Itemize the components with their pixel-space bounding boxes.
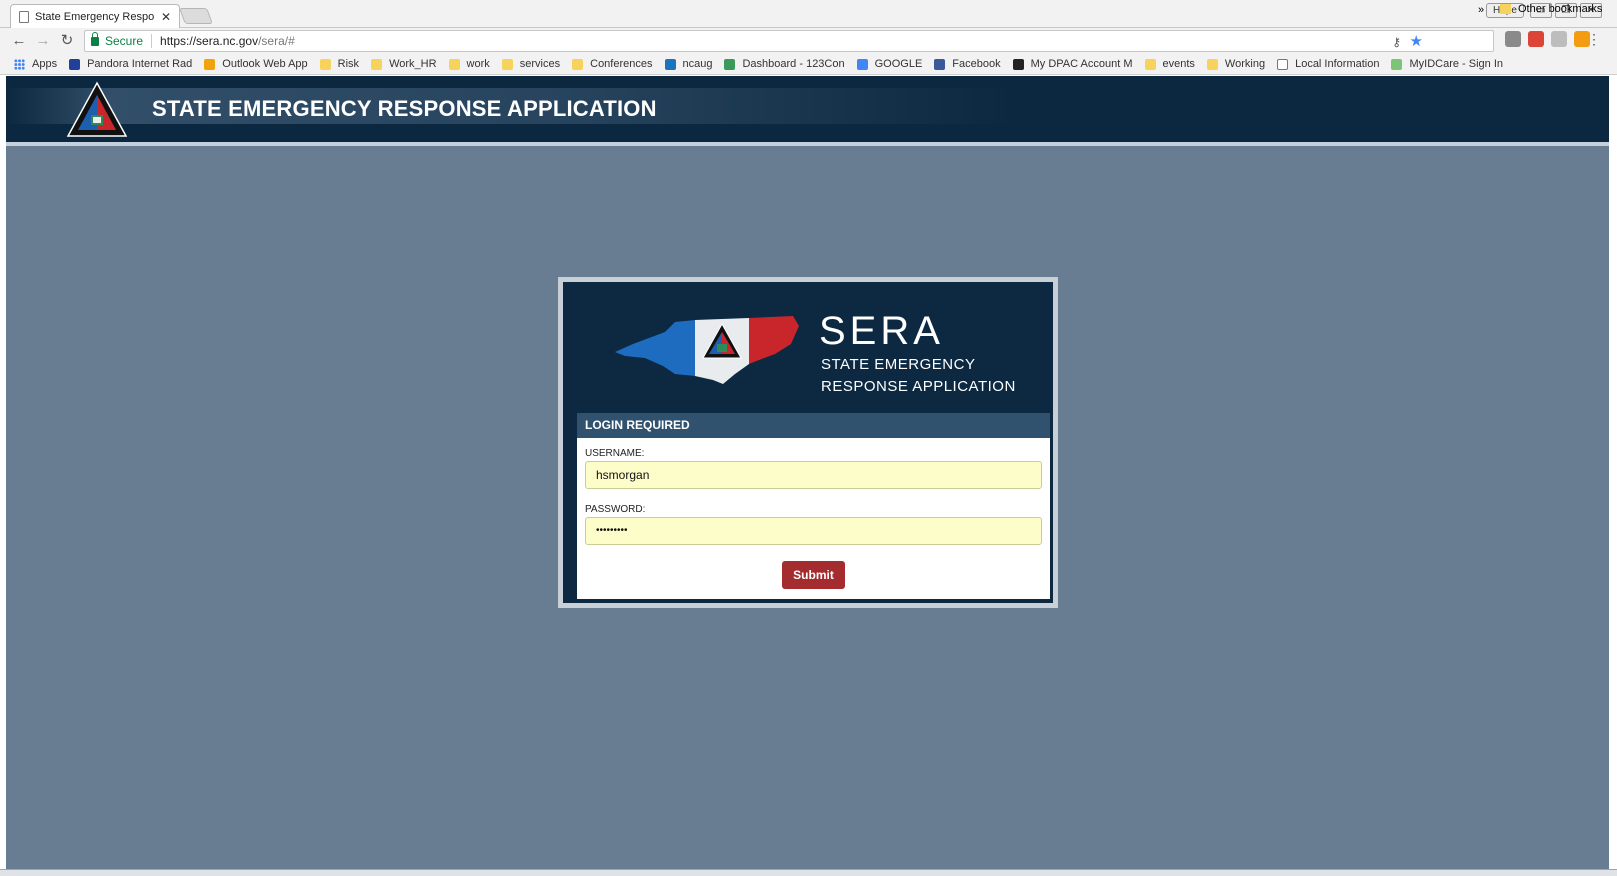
bookmark-item[interactable]: Apps — [14, 58, 57, 70]
new-tab-button[interactable] — [179, 8, 213, 24]
divider — [151, 34, 153, 48]
extension-icon[interactable] — [1505, 31, 1521, 47]
bookmark-label: Working — [1224, 58, 1266, 70]
bookmark-label: GOOGLE — [874, 58, 923, 70]
password-field[interactable]: ••••••••• — [585, 517, 1042, 545]
bookmark-item[interactable]: work — [448, 58, 490, 70]
secure-label: Secure — [105, 34, 144, 48]
bookmark-label: Facebook — [952, 58, 1001, 70]
taskbar-edge — [0, 869, 1617, 876]
browser-tabstrip: State Emergency Respon ✕ Hope ▭ ❐ ✕ — [0, 0, 1617, 29]
bookmark-item[interactable]: Work_HR — [371, 58, 437, 70]
bookmark-item[interactable]: My DPAC Account M — [1012, 58, 1133, 70]
bookmark-item[interactable]: GOOGLE — [856, 58, 923, 70]
folder-icon — [371, 58, 383, 70]
chrome-extension-icon[interactable] — [1528, 31, 1544, 47]
bookmark-label: events — [1162, 58, 1195, 70]
password-label: PASSWORD: — [585, 504, 646, 515]
username-field[interactable]: hsmorgan — [585, 461, 1042, 489]
bookmark-label: Dashboard - 123Con — [742, 58, 845, 70]
bookmark-item[interactable]: Risk — [319, 58, 360, 70]
extension-icon[interactable] — [1551, 31, 1567, 47]
folder-icon — [1500, 4, 1511, 14]
myidcare-icon — [1391, 58, 1403, 70]
bookmark-item[interactable]: Working — [1206, 58, 1266, 70]
brand-subtitle-line1: STATE EMERGENCY — [821, 356, 976, 373]
folder-icon — [319, 58, 331, 70]
folder-icon — [1144, 58, 1156, 70]
key-icon[interactable]: ⚷ — [1392, 35, 1401, 49]
lock-icon — [91, 31, 99, 46]
pandora-icon — [69, 58, 81, 70]
bookmark-item[interactable]: Conferences — [572, 58, 653, 70]
tab-title: State Emergency Respon — [35, 11, 155, 23]
other-bookmarks[interactable]: Other bookmarks — [1500, 3, 1602, 15]
forward-icon[interactable]: → — [34, 32, 52, 50]
bookmark-label: Local Information — [1295, 58, 1380, 70]
browser-tab[interactable]: State Emergency Respon ✕ — [10, 4, 180, 29]
bookmark-label: MyIDCare - Sign In — [1409, 58, 1503, 70]
submit-button[interactable]: Submit — [782, 561, 845, 589]
bookmark-label: Conferences — [590, 58, 653, 70]
folder-icon — [572, 58, 584, 70]
bookmark-label: services — [519, 58, 561, 70]
bookmark-item[interactable]: Outlook Web App — [204, 58, 308, 70]
facebook-icon — [934, 58, 946, 70]
other-bookmarks-label: Other bookmarks — [1518, 3, 1603, 15]
url-path: /sera/# — [258, 34, 295, 48]
app-header: STATE EMERGENCY RESPONSE APPLICATION — [6, 76, 1609, 142]
username-label: USERNAME: — [585, 448, 645, 459]
bookmark-label: Risk — [337, 58, 360, 70]
bookmarks-bar: Apps Pandora Internet Rad Outlook Web App R… — [0, 54, 1617, 75]
address-bar[interactable]: Secure https://sera.nc.gov/sera/# ⚷ ★ — [84, 30, 1494, 52]
right-edge — [1609, 76, 1617, 876]
close-icon[interactable]: ✕ — [161, 10, 171, 24]
brand-subtitle-line2: RESPONSE APPLICATION — [821, 378, 1016, 395]
bookmark-label: Apps — [32, 58, 58, 70]
google-icon — [856, 58, 868, 70]
bookmark-item[interactable]: Facebook — [934, 58, 1001, 70]
bookmark-label: My DPAC Account M — [1030, 58, 1133, 70]
reload-icon[interactable]: ↻ — [58, 32, 76, 50]
login-panel: LOGIN REQUIRED USERNAME: hsmorgan PASSWO… — [577, 413, 1050, 599]
bookmark-item[interactable]: Dashboard - 123Con — [724, 58, 845, 70]
app-title: STATE EMERGENCY RESPONSE APPLICATION — [152, 96, 657, 121]
folder-icon — [448, 58, 460, 70]
folder-icon — [1206, 58, 1218, 70]
login-card: SERA STATE EMERGENCY RESPONSE APPLICATIO… — [558, 277, 1058, 608]
bookmark-label: Work_HR — [389, 58, 437, 70]
url-host: https://sera.nc.gov — [160, 34, 259, 48]
emergency-management-logo — [66, 81, 128, 137]
apps-icon — [14, 58, 25, 70]
bookmark-item[interactable]: Local Information — [1277, 58, 1379, 70]
dpac-icon — [1012, 58, 1024, 70]
bookmark-label: work — [466, 58, 490, 70]
bookmark-label: ncaug — [682, 58, 713, 70]
header-rule — [6, 142, 1609, 146]
bookmark-item[interactable]: ncaug — [664, 58, 713, 70]
bookmarks-more-button[interactable]: » — [1478, 4, 1484, 16]
outlook-icon — [204, 58, 216, 70]
bookmark-item[interactable]: Pandora Internet Rad — [69, 58, 192, 70]
back-icon[interactable]: ← — [10, 32, 28, 50]
login-card-inner: SERA STATE EMERGENCY RESPONSE APPLICATIO… — [563, 282, 1053, 603]
bookmark-star-icon[interactable]: ★ — [1410, 32, 1423, 50]
dashboard-icon — [724, 58, 736, 70]
bookmark-label: Pandora Internet Rad — [87, 58, 193, 70]
bookmark-label: Outlook Web App — [222, 58, 308, 70]
north-carolina-logo — [615, 316, 799, 384]
menu-icon[interactable]: ⋮ — [1587, 31, 1601, 48]
url-text: https://sera.nc.gov/sera/# — [160, 34, 295, 48]
page-icon — [19, 11, 29, 23]
browser-toolbar: ← → ↻ Secure https://sera.nc.gov/sera/# … — [0, 28, 1617, 54]
ncaug-icon — [664, 58, 676, 70]
page-icon — [1277, 58, 1289, 70]
bookmark-item[interactable]: events — [1144, 58, 1195, 70]
bookmark-item[interactable]: MyIDCare - Sign In — [1391, 58, 1503, 70]
login-heading: LOGIN REQUIRED — [577, 413, 1050, 438]
brand-name: SERA — [819, 309, 944, 353]
folder-icon — [501, 58, 513, 70]
bookmark-item[interactable]: services — [501, 58, 561, 70]
